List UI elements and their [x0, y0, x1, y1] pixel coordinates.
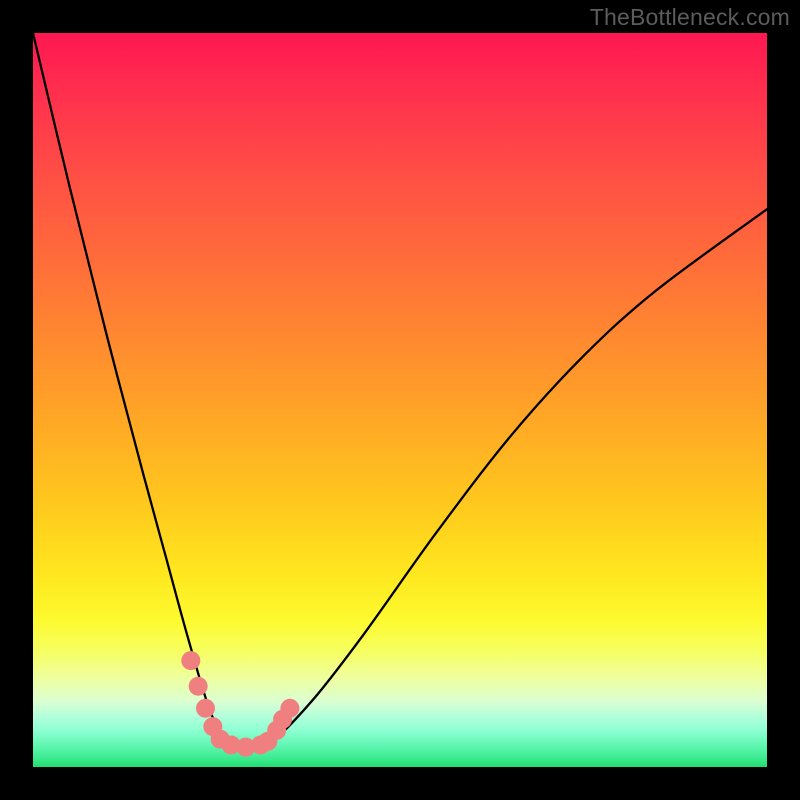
highlight-dot: [181, 651, 200, 670]
watermark-text: TheBottleneck.com: [590, 4, 790, 31]
highlight-dot: [196, 699, 215, 718]
highlight-dot: [189, 677, 208, 696]
chart-frame: TheBottleneck.com: [0, 0, 800, 800]
highlight-dots-group: [181, 651, 299, 757]
plot-area: [33, 33, 767, 767]
curve-layer: [33, 33, 767, 767]
highlight-dot: [280, 699, 299, 718]
bottleneck-curve-path: [33, 33, 767, 750]
